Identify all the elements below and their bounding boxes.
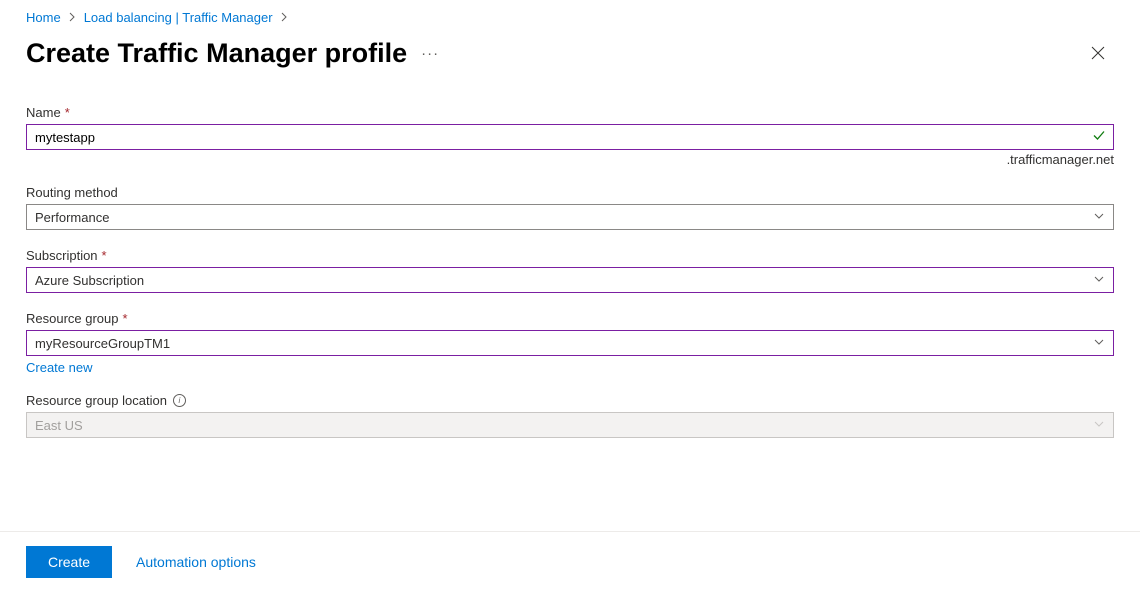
- page-title: Create Traffic Manager profile: [26, 38, 407, 69]
- create-button[interactable]: Create: [26, 546, 112, 578]
- checkmark-icon: [1092, 129, 1106, 146]
- required-icon: *: [123, 311, 128, 326]
- routing-value: Performance: [35, 210, 109, 225]
- location-label: Resource group location i: [26, 393, 186, 408]
- chevron-down-icon: [1093, 210, 1105, 225]
- more-icon[interactable]: ···: [421, 45, 439, 62]
- footer-bar: Create Automation options: [0, 531, 1140, 592]
- required-icon: *: [65, 105, 70, 120]
- name-input[interactable]: [26, 124, 1114, 150]
- field-resource-group: Resource group* myResourceGroupTM1 Creat…: [26, 311, 1114, 375]
- resource-group-value: myResourceGroupTM1: [35, 336, 170, 351]
- breadcrumb: Home Load balancing | Traffic Manager: [0, 0, 1140, 31]
- page-header: Create Traffic Manager profile ···: [0, 31, 1140, 87]
- automation-options-link[interactable]: Automation options: [136, 554, 256, 570]
- close-button[interactable]: [1082, 37, 1114, 69]
- close-icon: [1091, 46, 1105, 60]
- required-icon: *: [102, 248, 107, 263]
- location-value: East US: [35, 418, 83, 433]
- field-routing-method: Routing method Performance: [26, 185, 1114, 230]
- resource-group-select[interactable]: myResourceGroupTM1: [26, 330, 1114, 356]
- name-label: Name*: [26, 105, 70, 120]
- location-select: East US: [26, 412, 1114, 438]
- chevron-right-icon: [281, 10, 288, 25]
- breadcrumb-home[interactable]: Home: [26, 10, 61, 25]
- chevron-right-icon: [69, 10, 76, 25]
- routing-label: Routing method: [26, 185, 118, 200]
- subscription-label: Subscription*: [26, 248, 107, 263]
- create-new-link[interactable]: Create new: [26, 360, 92, 375]
- subscription-value: Azure Subscription: [35, 273, 144, 288]
- chevron-down-icon: [1093, 336, 1105, 351]
- form-area: Name* .trafficmanager.net Routing method…: [0, 87, 1140, 438]
- routing-select[interactable]: Performance: [26, 204, 1114, 230]
- field-location: Resource group location i East US: [26, 393, 1114, 438]
- info-icon[interactable]: i: [173, 394, 186, 407]
- field-name: Name* .trafficmanager.net: [26, 105, 1114, 167]
- subscription-select[interactable]: Azure Subscription: [26, 267, 1114, 293]
- name-suffix: .trafficmanager.net: [26, 152, 1114, 167]
- chevron-down-icon: [1093, 418, 1105, 433]
- resource-group-label: Resource group*: [26, 311, 128, 326]
- field-subscription: Subscription* Azure Subscription: [26, 248, 1114, 293]
- chevron-down-icon: [1093, 273, 1105, 288]
- breadcrumb-load-balancing[interactable]: Load balancing | Traffic Manager: [84, 10, 273, 25]
